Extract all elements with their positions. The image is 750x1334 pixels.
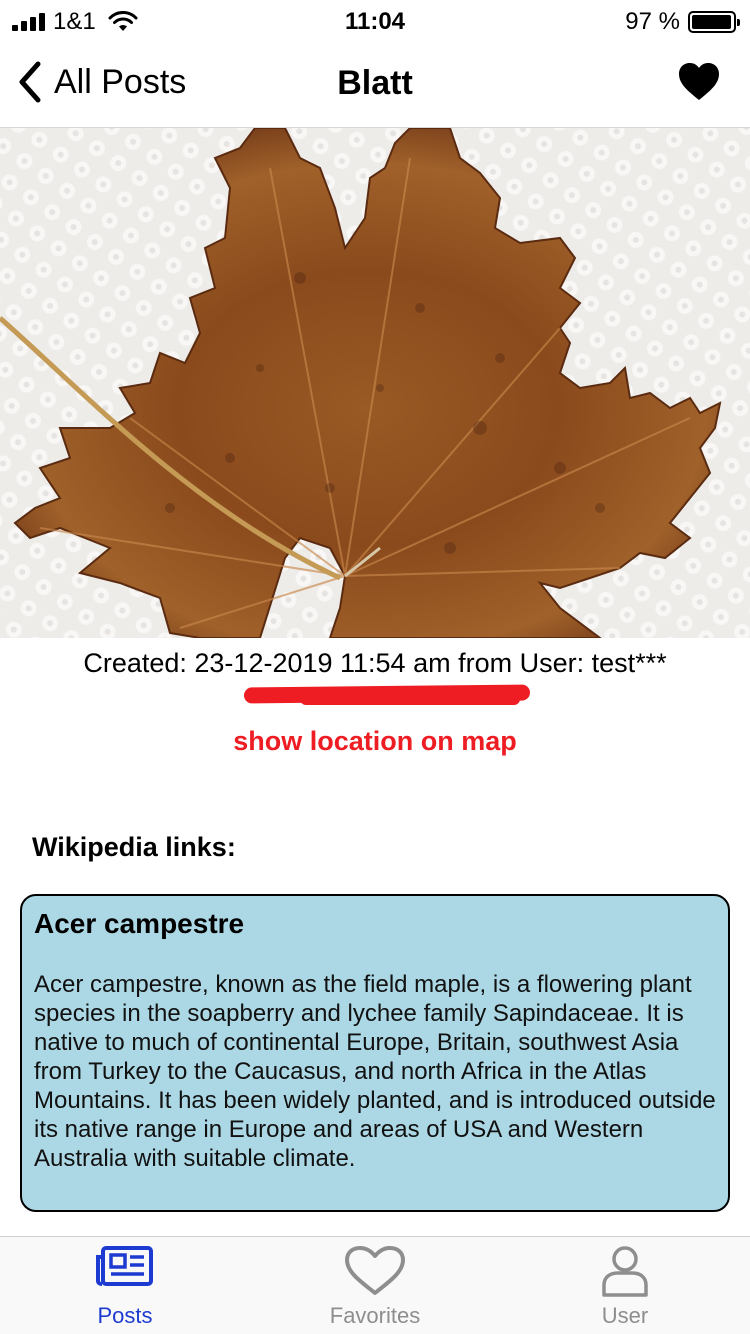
chevron-left-icon <box>19 61 41 103</box>
wikipedia-card[interactable]: Acer campestre Acer campestre, known as … <box>20 894 730 1212</box>
redaction-mark <box>300 693 520 705</box>
tab-posts[interactable]: Posts <box>0 1237 250 1334</box>
newspaper-icon <box>96 1246 153 1286</box>
battery-icon <box>688 11 740 33</box>
wikipedia-card-title: Acer campestre <box>34 908 245 939</box>
tab-bar: Posts Favorites User <box>0 1236 750 1334</box>
tab-posts-label: Posts <box>97 1303 153 1328</box>
maple-leaf-image <box>0 128 750 638</box>
show-location-link[interactable]: show location on map <box>0 726 750 757</box>
created-info: Created: 23-12-2019 11:54 am from User: … <box>83 648 667 678</box>
tab-user-label: User <box>601 1303 649 1328</box>
favorite-heart-icon[interactable] <box>678 62 720 102</box>
wikipedia-heading: Wikipedia links: <box>32 832 236 862</box>
navigation-bar: All Posts Blatt <box>0 40 750 128</box>
tab-user[interactable]: User <box>500 1237 750 1334</box>
user-icon <box>602 1246 648 1297</box>
wikipedia-card-text: Acer campestre, known as the field maple… <box>34 971 716 1172</box>
tab-favorites-label: Favorites <box>329 1303 421 1328</box>
tab-favorites[interactable]: Favorites <box>250 1237 500 1334</box>
battery-fill <box>692 15 731 29</box>
status-bar: 1&1 11:04 97 % <box>0 0 750 40</box>
status-right: 97 % <box>625 8 740 36</box>
battery-percent: 97 % <box>625 8 680 35</box>
heart-outline-icon <box>345 1246 405 1295</box>
post-photo <box>0 128 750 638</box>
back-button[interactable]: All Posts <box>16 60 186 104</box>
back-button-label: All Posts <box>54 62 187 101</box>
